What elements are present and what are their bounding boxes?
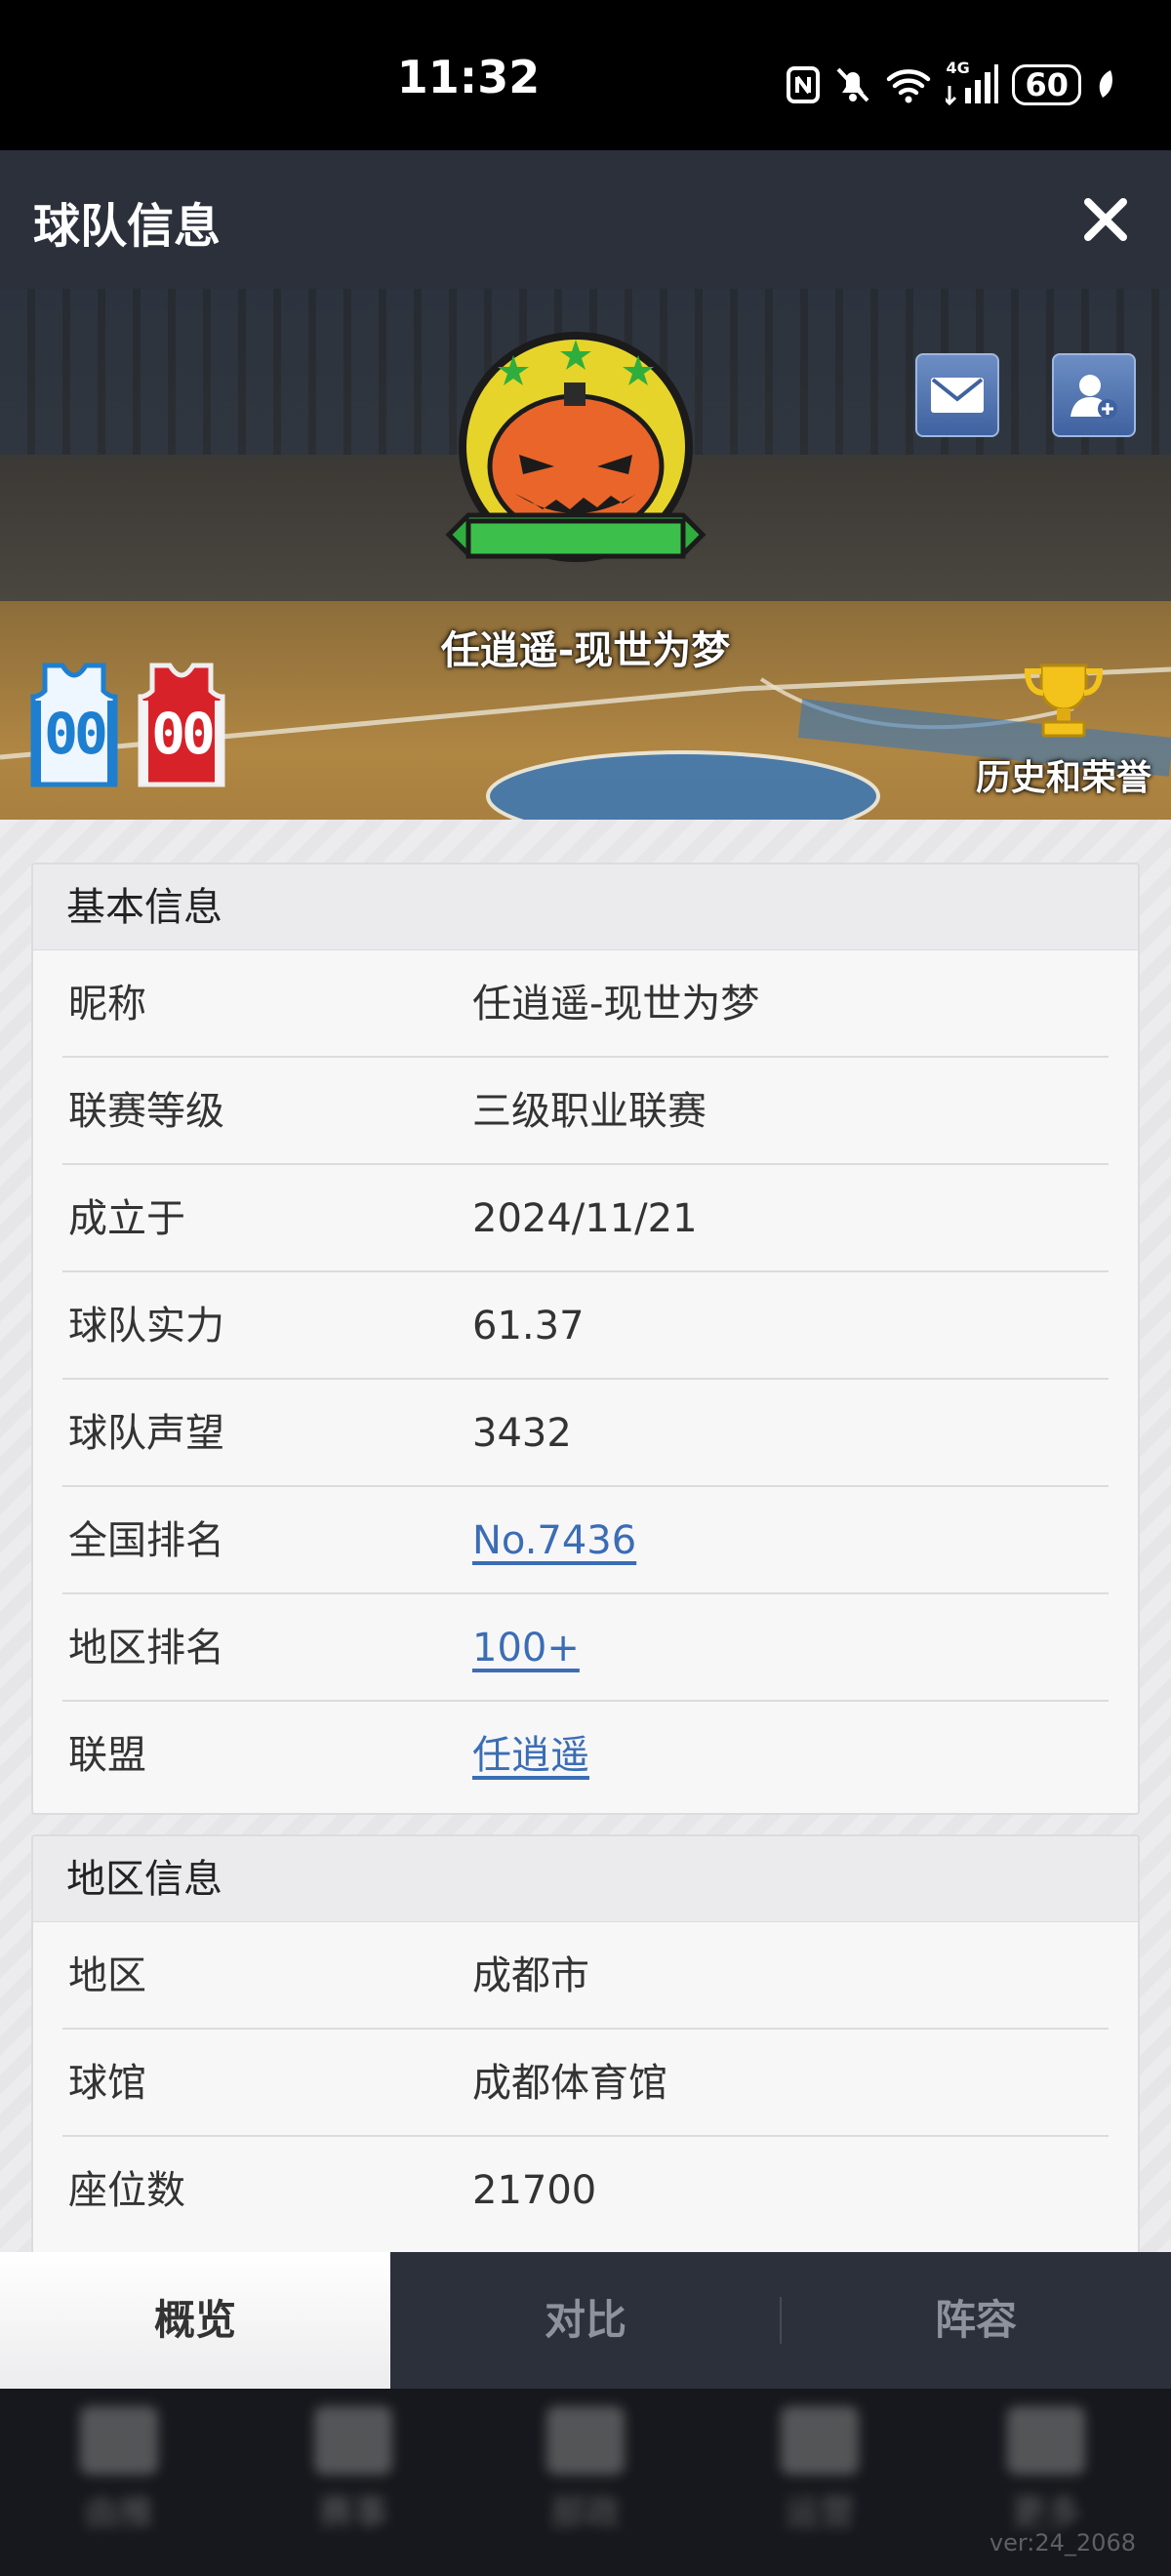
info-row-regional-rank: 地区排名 100+ bbox=[62, 1594, 1109, 1702]
alliance-link[interactable]: 任逍遥 bbox=[472, 1702, 589, 1809]
row-label: 球队实力 bbox=[68, 1304, 224, 1348]
wifi-icon bbox=[887, 69, 931, 103]
info-row-nickname: 昵称 任逍遥-现世为梦 bbox=[62, 950, 1109, 1058]
info-row-league-level: 联赛等级 三级职业联赛 bbox=[62, 1058, 1109, 1165]
signal-icon: 4G bbox=[946, 59, 999, 105]
row-value: 2024/11/21 bbox=[472, 1196, 698, 1241]
nfc-icon bbox=[787, 66, 821, 103]
nav-label: 运营 bbox=[784, 2493, 855, 2533]
row-label: 地区排名 bbox=[68, 1626, 224, 1670]
basic-info-card: 基本信息 昵称 任逍遥-现世为梦 联赛等级 三级职业联赛 成立于 2024/11… bbox=[31, 863, 1140, 1815]
row-label: 球队声望 bbox=[68, 1411, 224, 1456]
home-jersey-number: 00 bbox=[44, 701, 108, 767]
nav-item: 运营 bbox=[761, 2406, 878, 2535]
row-value: 3432 bbox=[472, 1411, 572, 1456]
page-header: 球队信息 bbox=[0, 150, 1171, 289]
info-row-team-strength: 球队实力 61.37 bbox=[62, 1272, 1109, 1380]
page-title: 球队信息 bbox=[33, 199, 222, 254]
add-friend-icon bbox=[1070, 375, 1117, 419]
nav-label: 更多 bbox=[1010, 2493, 1081, 2533]
away-jersey-number: 00 bbox=[151, 701, 216, 767]
regional-rank-link[interactable]: 100+ bbox=[472, 1594, 580, 1702]
nav-icon bbox=[1007, 2406, 1085, 2475]
row-label: 座位数 bbox=[68, 2168, 185, 2213]
info-row-seats: 座位数 21700 bbox=[62, 2137, 1109, 2244]
row-label: 成立于 bbox=[68, 1196, 185, 1241]
row-label: 球馆 bbox=[68, 2061, 146, 2106]
team-logo bbox=[445, 332, 707, 562]
status-bar: 11:32 4G 60 bbox=[0, 0, 1171, 150]
nav-icon bbox=[80, 2406, 158, 2475]
add-friend-button[interactable] bbox=[1052, 353, 1136, 437]
nav-icon bbox=[546, 2406, 625, 2475]
nav-icon bbox=[781, 2406, 859, 2475]
close-button[interactable] bbox=[1062, 176, 1150, 263]
row-value: 三级职业联赛 bbox=[472, 1089, 707, 1134]
version-label: ver:24_2068 bbox=[989, 2529, 1136, 2556]
nav-icon bbox=[314, 2406, 392, 2475]
info-row-founded: 成立于 2024/11/21 bbox=[62, 1165, 1109, 1272]
tab-compare[interactable]: 对比 bbox=[390, 2252, 781, 2389]
row-value: 任逍遥-现世为梦 bbox=[472, 982, 760, 1026]
tab-overview[interactable]: 概览 bbox=[0, 2252, 390, 2389]
team-info-content[interactable]: 基本信息 昵称 任逍遥-现世为梦 联赛等级 三级职业联赛 成立于 2024/11… bbox=[0, 820, 1171, 2254]
nav-label: 部政 bbox=[549, 2493, 621, 2533]
row-label: 地区 bbox=[68, 1953, 146, 1998]
trophy-icon bbox=[1024, 664, 1104, 738]
row-value: 成都体育馆 bbox=[472, 2061, 667, 2106]
info-row-reputation: 球队声望 3432 bbox=[62, 1380, 1109, 1487]
status-icons: 4G 60 bbox=[786, 59, 1116, 109]
info-row-region: 地区 成都市 bbox=[62, 1922, 1109, 2030]
nav-item: 由推 bbox=[61, 2406, 178, 2535]
tab-roster[interactable]: 阵容 bbox=[781, 2252, 1171, 2389]
history-honors-button[interactable]: 历史和荣誉 bbox=[966, 660, 1161, 800]
region-info-title: 地区信息 bbox=[33, 1836, 1138, 1922]
info-row-national-rank: 全国排名 No.7436 bbox=[62, 1487, 1109, 1594]
battery-icon: 60 bbox=[1012, 64, 1081, 105]
info-row-alliance: 联盟 任逍遥 bbox=[62, 1702, 1109, 1809]
mail-button[interactable] bbox=[915, 353, 999, 437]
nav-item: 更多 bbox=[988, 2406, 1105, 2535]
row-value: 61.37 bbox=[472, 1304, 585, 1348]
row-label: 昵称 bbox=[68, 982, 146, 1026]
leaf-icon bbox=[1099, 70, 1112, 98]
history-honors-label: 历史和荣誉 bbox=[975, 758, 1151, 798]
nav-item: 赛事 bbox=[295, 2406, 412, 2535]
basic-info-title: 基本信息 bbox=[33, 865, 1138, 950]
mute-icon bbox=[837, 67, 869, 102]
team-hero-banner: 任逍遥-现世为梦 00 00 历史和荣誉 bbox=[0, 289, 1171, 820]
home-jersey[interactable]: 00 bbox=[25, 662, 123, 788]
nav-label: 由推 bbox=[83, 2493, 154, 2533]
nav-item: 部政 bbox=[527, 2406, 644, 2535]
row-label: 联盟 bbox=[68, 1733, 146, 1778]
row-value: 21700 bbox=[472, 2168, 597, 2213]
mail-icon bbox=[931, 378, 984, 413]
tab-bar: 概览 对比 阵容 bbox=[0, 2252, 1171, 2389]
national-rank-link[interactable]: No.7436 bbox=[472, 1487, 636, 1594]
close-icon bbox=[1084, 198, 1127, 241]
nav-label: 赛事 bbox=[317, 2493, 388, 2533]
row-label: 全国排名 bbox=[68, 1518, 224, 1563]
region-info-card: 地区信息 地区 成都市 球馆 成都体育馆 座位数 21700 bbox=[31, 1834, 1140, 2254]
row-value: 成都市 bbox=[472, 1953, 589, 1998]
row-label: 联赛等级 bbox=[68, 1089, 224, 1134]
info-row-arena: 球馆 成都体育馆 bbox=[62, 2030, 1109, 2137]
away-jersey[interactable]: 00 bbox=[133, 662, 230, 788]
